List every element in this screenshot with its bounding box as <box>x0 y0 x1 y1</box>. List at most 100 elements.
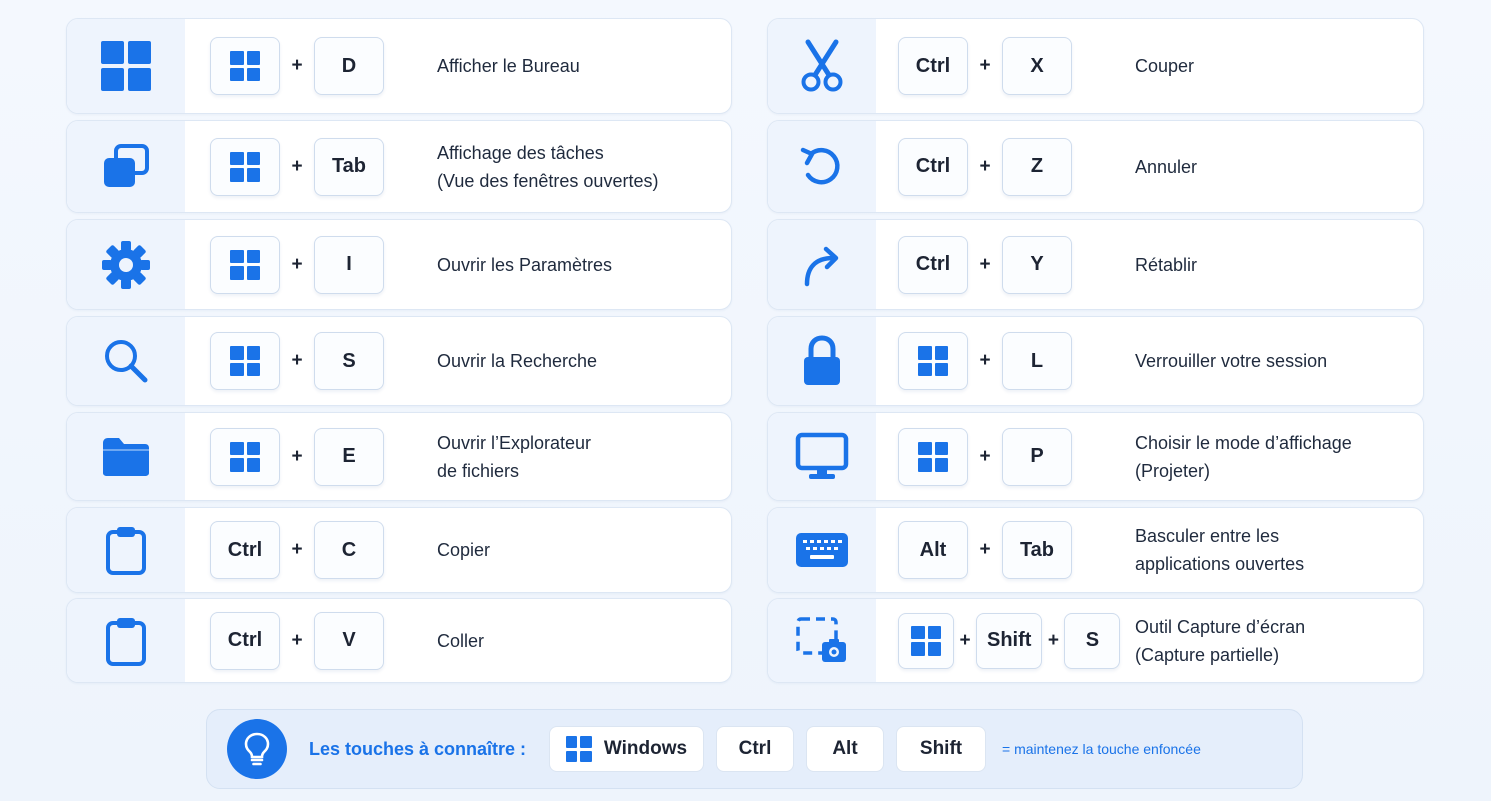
key-cap: E <box>314 427 384 486</box>
legend-note: = maintenez la touche enfoncée <box>1002 741 1201 757</box>
monitor-icon <box>768 413 876 500</box>
scissors-icon <box>768 19 876 113</box>
plus-sign: + <box>979 253 991 275</box>
plus-sign: + <box>291 629 303 651</box>
plus-sign: + <box>979 55 991 76</box>
redo-icon <box>768 220 876 309</box>
description-line: Basculer entre les <box>1135 526 1280 546</box>
windows-key <box>898 427 968 486</box>
shortcut-row: + Shift + S Outil Capture d’écran (Capture pa… <box>767 598 1424 683</box>
key-cap: S <box>314 332 384 390</box>
key-combination: + I <box>210 235 437 294</box>
description-line: (Capture partielle) <box>1135 644 1280 665</box>
description-line: Ouvrir l’Explorateur <box>437 432 592 453</box>
shortcut-description: Basculer entre les applications ouvertes <box>1135 522 1304 578</box>
undo-icon <box>768 121 876 212</box>
shortcut-row: + P Choisir le mode d’affichage (Projeter) <box>767 412 1424 501</box>
windows-logo-icon <box>230 346 260 376</box>
description-line: Affichage des tâches <box>437 142 604 163</box>
description-line: Ouvrir la Recherche <box>437 351 598 371</box>
plus-sign: + <box>291 445 303 467</box>
key-combination: + E <box>210 427 437 486</box>
description-line: Copier <box>437 540 491 560</box>
windows-key <box>898 612 954 669</box>
legend-key-windows: Windows <box>549 726 704 772</box>
windows-key <box>210 427 280 486</box>
plus-sign: + <box>979 155 991 177</box>
key-cap: Tab <box>314 137 384 196</box>
plus-sign: + <box>291 350 303 371</box>
key-cap: Ctrl <box>898 37 968 95</box>
shortcut-row: + E Ouvrir l’Explorateur de fichiers <box>66 412 732 501</box>
plus-sign: + <box>291 155 303 177</box>
key-cap: Alt <box>898 521 968 579</box>
windows-key <box>210 37 280 95</box>
shortcut-row: + S Ouvrir la Recherche <box>66 316 732 406</box>
windows-logo-icon <box>565 736 592 762</box>
clipboard-icon <box>67 508 185 592</box>
shortcut-row: + I Ouvrir les Paramètres <box>66 219 732 310</box>
lock-icon <box>768 317 876 405</box>
key-combination: Ctrl + V <box>210 611 437 670</box>
shortcut-description: Rétablir <box>1135 251 1197 279</box>
plus-sign: + <box>959 629 971 651</box>
shortcut-row: Alt + Tab Basculer entre les applications ou… <box>767 507 1424 593</box>
clipboard-icon <box>67 599 185 682</box>
description-line: Couper <box>1135 56 1195 76</box>
plus-sign: + <box>1047 629 1059 651</box>
shortcut-description: Coller <box>437 627 484 655</box>
shortcut-row: Ctrl + Y Rétablir <box>767 219 1424 310</box>
windows-logo-icon <box>230 249 260 280</box>
shortcut-row: + Tab Affichage des tâches (Vue des fenêtre… <box>66 120 732 213</box>
plus-sign: + <box>291 253 303 275</box>
key-cap: Ctrl <box>210 611 280 670</box>
description-line: de fichiers <box>437 460 520 481</box>
windows-logo-icon <box>911 625 941 656</box>
shortcut-description: Verrouiller votre session <box>1135 347 1327 375</box>
gear-icon <box>67 220 185 309</box>
key-combination: + S <box>210 332 437 390</box>
shortcut-row: + L Verrouiller votre session <box>767 316 1424 406</box>
plus-sign: + <box>979 539 991 560</box>
windows-logo-icon <box>230 51 260 81</box>
windows-key <box>898 332 968 390</box>
shortcut-description: Afficher le Bureau <box>437 52 580 80</box>
description-line: Choisir le mode d’affichage <box>1135 432 1352 453</box>
windows-key <box>210 137 280 196</box>
keys-legend-bar: Les touches à connaître : Windows Ctrl A… <box>206 709 1303 789</box>
windows-logo-icon <box>230 151 260 182</box>
description-line: (Vue des fenêtres ouvertes) <box>437 170 659 191</box>
key-cap: I <box>314 235 384 294</box>
key-cap: Tab <box>1002 521 1072 579</box>
plus-sign: + <box>979 350 991 371</box>
shortcut-description: Affichage des tâches (Vue des fenêtres ou… <box>437 139 658 195</box>
legend-key-ctrl: Ctrl <box>716 726 794 772</box>
key-combination: + L <box>898 332 1135 390</box>
key-cap: C <box>314 521 384 579</box>
key-cap: D <box>314 37 384 95</box>
description-line: Afficher le Bureau <box>437 56 580 76</box>
shortcut-description: Couper <box>1135 52 1194 80</box>
legend-key-shift: Shift <box>896 726 986 772</box>
shortcut-row: Ctrl + V Coller <box>66 598 732 683</box>
description-line: Outil Capture d’écran <box>1135 616 1306 637</box>
task-view-icon <box>67 121 185 212</box>
screenshot-icon <box>768 599 876 682</box>
key-combination: + Tab <box>210 137 437 196</box>
windows-logo-icon <box>67 19 185 113</box>
key-cap: Ctrl <box>898 235 968 294</box>
shortcut-row: Ctrl + X Couper <box>767 18 1424 114</box>
legend-key-alt: Alt <box>806 726 884 772</box>
description-line: Rétablir <box>1135 254 1198 275</box>
windows-logo-icon <box>230 441 260 472</box>
key-cap: S <box>1064 612 1121 669</box>
windows-key <box>210 235 280 294</box>
plus-sign: + <box>291 55 303 76</box>
key-cap: L <box>1002 332 1072 390</box>
key-combination: Ctrl + X <box>898 37 1135 95</box>
shortcut-description: Ouvrir la Recherche <box>437 347 597 375</box>
key-cap: V <box>314 611 384 670</box>
description-line: Verrouiller votre session <box>1135 351 1328 371</box>
description-line: applications ouvertes <box>1135 554 1305 574</box>
key-combination: + P <box>898 427 1135 486</box>
